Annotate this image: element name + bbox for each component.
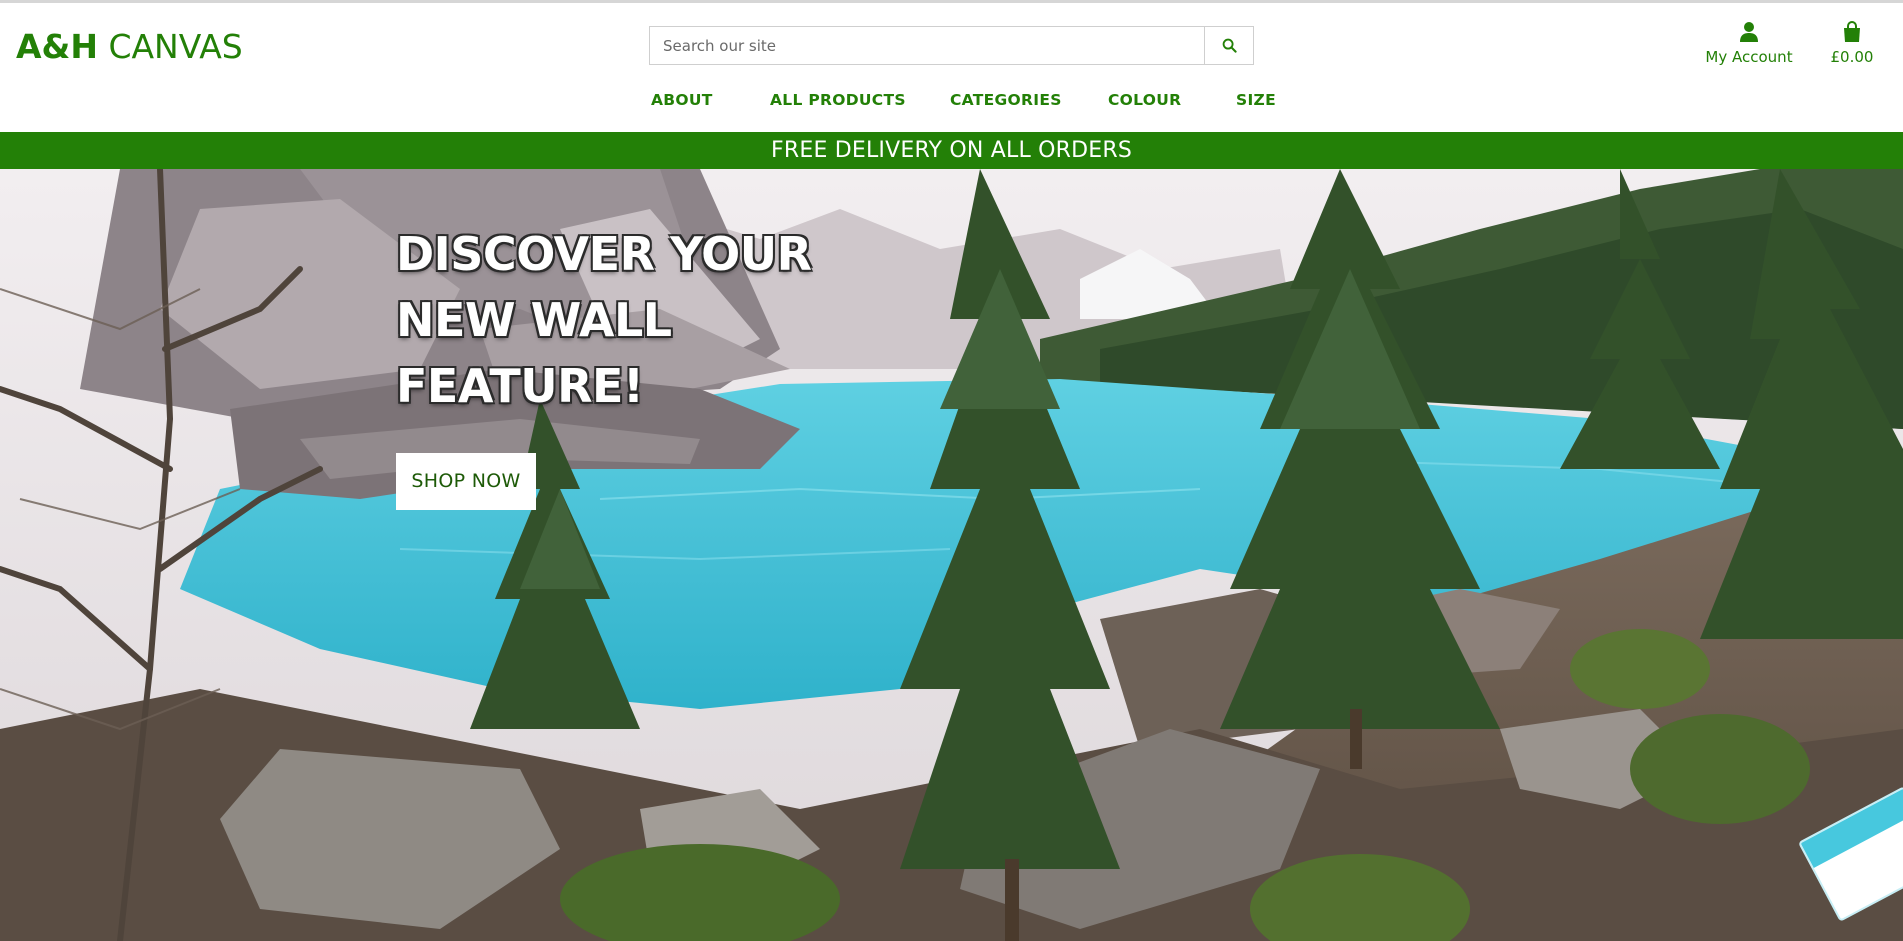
my-account-link[interactable]: My Account xyxy=(1700,21,1798,66)
nav-item-about[interactable]: ABOUT xyxy=(651,91,713,109)
shopping-bag-icon xyxy=(1844,21,1860,42)
search-icon xyxy=(1222,38,1237,53)
delivery-banner: FREE DELIVERY ON ALL ORDERS xyxy=(0,132,1903,169)
nav-item-all-products[interactable]: ALL PRODUCTS xyxy=(770,91,906,109)
site-logo[interactable]: A&H CANVAS xyxy=(16,27,243,67)
user-icon xyxy=(1740,22,1758,42)
main-nav: ABOUT ALL PRODUCTS CATEGORIES COLOUR SIZ… xyxy=(0,91,1903,121)
nav-item-size[interactable]: SIZE xyxy=(1236,91,1276,109)
my-account-label: My Account xyxy=(1705,48,1793,66)
hero-title: DISCOVER YOUR NEW WALL FEATURE! xyxy=(396,221,866,419)
shop-now-button[interactable]: SHOP NOW xyxy=(396,453,536,510)
nav-item-colour[interactable]: COLOUR xyxy=(1108,91,1181,109)
search-form xyxy=(649,26,1254,65)
hero-title-line-3: FEATURE! xyxy=(396,359,644,413)
hero-landscape-image xyxy=(0,169,1903,941)
logo-brand: A&H xyxy=(16,27,98,66)
search-button[interactable] xyxy=(1204,27,1253,64)
basket-link[interactable]: £0.00 xyxy=(1822,21,1882,66)
nav-item-categories[interactable]: CATEGORIES xyxy=(950,91,1062,109)
site-header: A&H CANVAS My Account £0.00 xyxy=(0,3,1903,132)
hero-section: DISCOVER YOUR NEW WALL FEATURE! SHOP NOW xyxy=(0,169,1903,941)
hero-title-line-2: NEW WALL xyxy=(396,293,672,347)
search-input[interactable] xyxy=(650,27,1205,64)
basket-total: £0.00 xyxy=(1830,48,1874,66)
hero-title-line-1: DISCOVER YOUR xyxy=(396,227,812,281)
logo-wordmark: CANVAS xyxy=(108,27,243,66)
